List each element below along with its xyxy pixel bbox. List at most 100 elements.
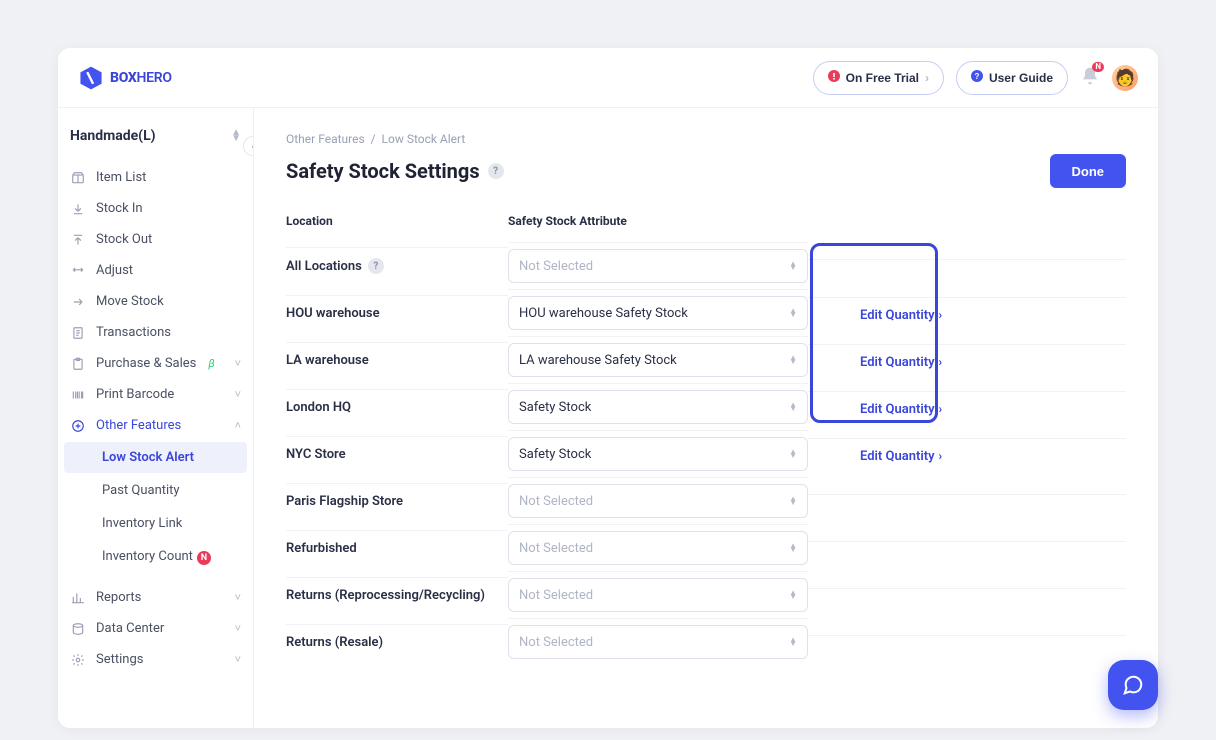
attribute-cell: Safety Stock▲▼ <box>508 430 808 477</box>
nav-label: Settings <box>96 652 143 667</box>
chevron-down-icon: ˅ <box>235 357 241 370</box>
col-attribute: Safety Stock Attribute <box>508 206 808 242</box>
attribute-select[interactable]: Not Selected▲▼ <box>508 531 808 565</box>
select-caret-icon: ▲▼ <box>789 356 797 364</box>
sidebar: Handmade(L) ▲▼ ‹ Item ListStock InStock … <box>58 108 254 728</box>
sub-item-inventory-count[interactable]: Inventory Count N <box>64 541 247 573</box>
trial-pill[interactable]: On Free Trial › <box>813 61 944 95</box>
arrows-icon <box>70 264 86 278</box>
chevron-right-icon: › <box>939 402 943 416</box>
nav-item-data-center[interactable]: Data Center˅ <box>58 613 253 644</box>
app-window: BOXHERO On Free Trial › ? User Guide N 🧑 <box>58 48 1158 728</box>
updown-icon: ▲▼ <box>231 130 241 142</box>
notification-bell[interactable]: N <box>1080 66 1100 90</box>
sub-label: Inventory Link <box>102 516 182 531</box>
help-icon[interactable]: ? <box>488 163 504 179</box>
location-cell: Returns (Reprocessing/Recycling) <box>286 577 508 613</box>
attribute-cell: Not Selected▲▼ <box>508 618 808 665</box>
sub-item-low-stock-alert[interactable]: Low Stock Alert <box>64 442 247 473</box>
title-row: Safety Stock Settings ? Done <box>286 154 1126 188</box>
plus-icon <box>70 419 86 433</box>
main-panel: Other Features / Low Stock Alert Safety … <box>254 108 1158 728</box>
settings-grid: Location Safety Stock Attribute All Loca… <box>286 206 1126 665</box>
breadcrumb-a[interactable]: Other Features <box>286 132 365 146</box>
select-caret-icon: ▲▼ <box>789 497 797 505</box>
location-cell: Paris Flagship Store <box>286 483 508 519</box>
barcode-icon <box>70 388 86 402</box>
attribute-cell: HOU warehouse Safety Stock▲▼ <box>508 289 808 336</box>
clip-icon <box>70 357 86 371</box>
attribute-cell: Not Selected▲▼ <box>508 571 808 618</box>
edit-quantity-link[interactable]: Edit Quantity› <box>860 402 942 417</box>
attribute-cell: Not Selected▲▼ <box>508 524 808 571</box>
location-cell: All Locations? <box>286 247 508 284</box>
new-badge: N <box>197 551 211 565</box>
org-name: Handmade(L) <box>70 128 156 144</box>
avatar[interactable]: 🧑 <box>1112 65 1138 91</box>
breadcrumb: Other Features / Low Stock Alert <box>286 132 1126 146</box>
nav-label: Other Features <box>96 418 181 433</box>
done-button[interactable]: Done <box>1050 154 1127 188</box>
beta-badge: β <box>208 357 214 370</box>
edit-quantity-link[interactable]: Edit Quantity› <box>860 449 942 464</box>
action-cell <box>808 494 1126 507</box>
attribute-select[interactable]: Safety Stock▲▼ <box>508 390 808 424</box>
data-icon <box>70 622 86 636</box>
edit-quantity-link[interactable]: Edit Quantity› <box>860 308 942 323</box>
chevron-down-icon: ˅ <box>235 622 241 635</box>
select-caret-icon: ▲▼ <box>789 544 797 552</box>
down-icon <box>70 202 86 216</box>
chevron-down-icon: ˅ <box>235 388 241 401</box>
nav-item-transactions[interactable]: Transactions <box>58 317 253 348</box>
sub-nav: Low Stock Alert Past Quantity Inventory Li… <box>58 441 253 574</box>
attribute-select[interactable]: Not Selected▲▼ <box>508 625 808 659</box>
sub-item-inventory-link[interactable]: Inventory Link <box>64 508 247 539</box>
topbar-right: On Free Trial › ? User Guide N 🧑 <box>813 61 1138 95</box>
edit-quantity-link[interactable]: Edit Quantity› <box>860 355 942 370</box>
select-caret-icon: ▲▼ <box>789 403 797 411</box>
sub-label: Low Stock Alert <box>102 450 194 465</box>
attribute-select[interactable]: LA warehouse Safety Stock▲▼ <box>508 343 808 377</box>
breadcrumb-b[interactable]: Low Stock Alert <box>382 132 466 146</box>
chat-fab[interactable] <box>1108 660 1158 710</box>
sub-item-past-quantity[interactable]: Past Quantity <box>64 475 247 506</box>
nav-item-stock-in[interactable]: Stock In <box>58 193 253 224</box>
svg-text:?: ? <box>975 72 980 81</box>
guide-label: User Guide <box>989 71 1053 85</box>
org-selector[interactable]: Handmade(L) ▲▼ <box>58 122 253 162</box>
logo[interactable]: BOXHERO <box>78 65 172 91</box>
attribute-select[interactable]: Not Selected▲▼ <box>508 249 808 283</box>
chevron-down-icon: ˅ <box>235 653 241 666</box>
chevron-down-icon: ˅ <box>235 591 241 604</box>
attribute-select[interactable]: HOU warehouse Safety Stock▲▼ <box>508 296 808 330</box>
help-icon: ? <box>971 70 983 85</box>
help-icon[interactable]: ? <box>368 258 384 274</box>
guide-pill[interactable]: ? User Guide <box>956 61 1068 95</box>
page-title: Safety Stock Settings ? <box>286 159 504 183</box>
attribute-select[interactable]: Not Selected▲▼ <box>508 484 808 518</box>
select-caret-icon: ▲▼ <box>789 309 797 317</box>
nav-item-move-stock[interactable]: Move Stock <box>58 286 253 317</box>
action-cell: Edit Quantity› <box>808 297 1126 329</box>
nav-item-purchase-sales[interactable]: Purchase & Sales β ˅ <box>58 348 253 379</box>
right-icon <box>70 295 86 309</box>
nav-label: Adjust <box>96 263 133 278</box>
sub-label: Inventory Count <box>102 549 193 564</box>
nav-item-item-list[interactable]: Item List <box>58 162 253 193</box>
nav-item-stock-out[interactable]: Stock Out <box>58 224 253 255</box>
nav-item-adjust[interactable]: Adjust <box>58 255 253 286</box>
nav-item-print-barcode[interactable]: Print Barcode˅ <box>58 379 253 410</box>
nav-item-settings[interactable]: Settings ˅ <box>58 644 253 675</box>
nav-label: Stock In <box>96 201 143 216</box>
col-location: Location <box>286 206 508 242</box>
attribute-select[interactable]: Not Selected▲▼ <box>508 578 808 612</box>
nav-label: Stock Out <box>96 232 152 247</box>
chevron-right-icon: › <box>939 355 943 369</box>
attribute-cell: LA warehouse Safety Stock▲▼ <box>508 336 808 383</box>
nav-item-reports[interactable]: Reports˅ <box>58 582 253 613</box>
action-cell: Edit Quantity› <box>808 391 1126 423</box>
attribute-select[interactable]: Safety Stock▲▼ <box>508 437 808 471</box>
nav-label: Purchase & Sales <box>96 356 196 371</box>
nav-label: Transactions <box>96 325 171 340</box>
nav-item-other-features[interactable]: Other Features˄ <box>58 410 253 441</box>
